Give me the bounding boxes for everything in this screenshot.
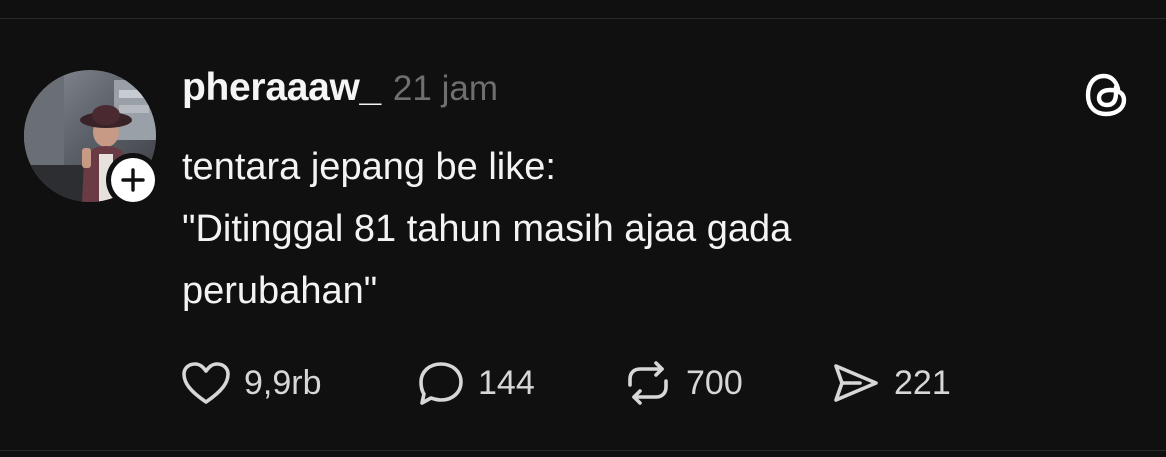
comment-bubble-icon: [419, 362, 463, 405]
username[interactable]: pheraaaw_: [182, 66, 381, 110]
post-text: tentara jepang be like: "Ditinggal 81 ta…: [182, 136, 1082, 322]
threads-post-card: pheraaaw_ 21 jam tentara jepang be like:…: [0, 0, 1166, 457]
post-text-line: "Ditinggal 81 tahun masih ajaa gada: [182, 208, 792, 250]
reply-button[interactable]: 144: [416, 359, 622, 407]
repost-arrows-icon: [628, 361, 668, 405]
plus-icon: [121, 168, 145, 192]
threads-logo-icon: [1085, 73, 1127, 117]
top-divider: [0, 18, 1166, 19]
repost-button[interactable]: 700: [622, 359, 830, 407]
post-header: pheraaaw_ 21 jam: [182, 66, 498, 110]
share-button[interactable]: 221: [830, 360, 980, 406]
reply-count: 144: [478, 363, 535, 402]
post-actions: 9,9rb 144 700 221: [180, 355, 980, 411]
post-timestamp: 21 jam: [392, 69, 498, 108]
repost-count: 700: [686, 363, 743, 402]
post-text-line: tentara jepang be like:: [182, 146, 556, 188]
post-text-line: perubahan": [182, 270, 378, 312]
bottom-divider: [0, 450, 1166, 451]
follow-button[interactable]: [106, 153, 160, 207]
like-count: 9,9rb: [244, 363, 322, 402]
share-count: 221: [894, 363, 951, 402]
heart-icon: [182, 362, 230, 404]
send-icon: [834, 364, 878, 402]
follow-button-inner: [111, 158, 155, 202]
like-button[interactable]: 9,9rb: [180, 360, 416, 406]
